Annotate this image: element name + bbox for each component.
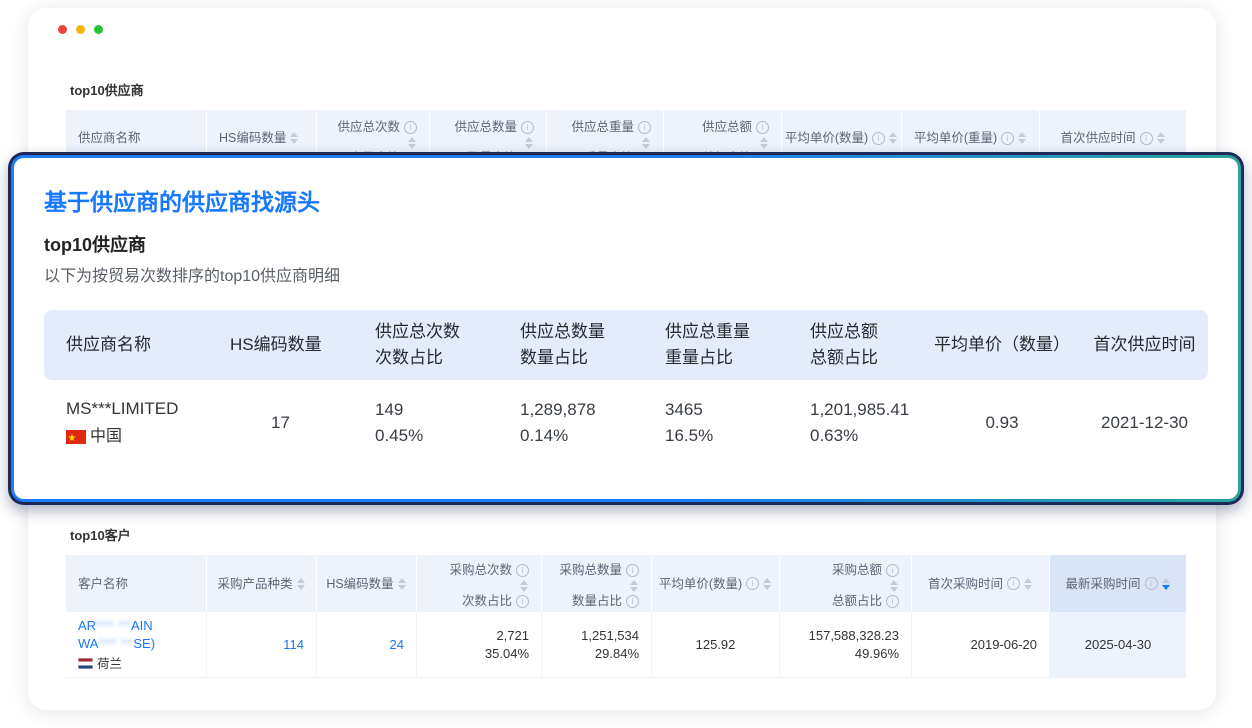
purchase-qty-cell: 1,251,534 29.84% (542, 612, 652, 678)
info-icon[interactable] (521, 121, 534, 134)
supply-amount-cell: 1,201,985.41 0.63% (788, 380, 923, 466)
redacted-text: *** ** (96, 618, 131, 633)
customers-table-header: 客户名称 采购产品种类 HS编码数量 采购总次数 次数占比 采购总数量 数量占比… (66, 555, 1186, 612)
page: top10供应商 供应商名称 HS编码数量 供应总次数 次数占比 供应总数量 数… (0, 0, 1252, 728)
overlay-heading: 基于供应商的供应商找源头 (44, 188, 1208, 216)
sort-icon[interactable] (1018, 132, 1027, 144)
sort-icon[interactable] (1024, 578, 1033, 590)
sort-icon[interactable] (408, 137, 417, 149)
col-header-avg-price-qty[interactable]: 平均单价(数量) (652, 555, 780, 612)
minimize-window-button[interactable] (76, 25, 85, 34)
customers-table-row: AR*** **AIN WA*** **SE) 荷兰 114 24 2,721 … (66, 612, 1186, 678)
overlay-subtitle: 以下为按贸易次数排序的top10供应商明细 (44, 266, 1208, 288)
info-icon[interactable] (516, 564, 529, 577)
close-window-button[interactable] (58, 25, 67, 34)
overlay-suppliers-table: 供应商名称 HS编码数量 供应总次数 次数占比 供应总数量 数量占比 供应总重量 (44, 310, 1208, 466)
highlight-overlay-panel: 基于供应商的供应商找源头 top10供应商 以下为按贸易次数排序的top10供应… (8, 152, 1244, 505)
col-header-supply-qty: 供应总数量 数量占比 (498, 310, 643, 380)
col-header-supply-amount: 供应总额 总额占比 (788, 310, 923, 380)
sort-icon[interactable] (760, 137, 769, 149)
col-header-product-types[interactable]: 采购产品种类 (207, 555, 317, 612)
col-header-purchase-times[interactable]: 采购总次数 次数占比 (417, 555, 542, 612)
info-icon[interactable] (886, 564, 899, 577)
supply-weight-cell: 3465 16.5% (643, 380, 788, 466)
col-header-first-supply-date: 首次供应时间 (1081, 310, 1208, 380)
info-icon[interactable] (638, 121, 651, 134)
col-header-purchase-qty[interactable]: 采购总数量 数量占比 (542, 555, 652, 612)
hs-code-count-cell: 17 (208, 380, 353, 466)
col-header-customer-name: 客户名称 (66, 555, 207, 612)
first-purchase-date-cell: 2019-06-20 (912, 612, 1050, 678)
sort-icon[interactable] (630, 580, 639, 592)
overlay-section-title: top10供应商 (44, 233, 1208, 257)
sort-icon[interactable] (398, 578, 407, 590)
col-header-first-purchase-date[interactable]: 首次采购时间 (912, 555, 1050, 612)
info-icon[interactable] (1001, 132, 1014, 145)
customers-section-title: top10客户 (70, 525, 131, 544)
overlay-gradient-border: 基于供应商的供应商找源头 top10供应商 以下为按贸易次数排序的top10供应… (11, 155, 1241, 502)
info-icon[interactable] (626, 595, 639, 608)
info-icon[interactable] (516, 595, 529, 608)
col-header-hs-code-count: HS编码数量 (208, 310, 353, 380)
hs-code-count-cell: 24 (317, 612, 417, 678)
customer-name-cell: AR*** **AIN WA*** **SE) 荷兰 (66, 612, 207, 678)
overlay-table-row: MS***LIMITED 中国 17 149 0.45% 1,289,878 0… (44, 380, 1208, 466)
info-icon[interactable] (404, 121, 417, 134)
info-icon[interactable] (1140, 132, 1153, 145)
china-flag-icon (66, 430, 86, 444)
sort-icon[interactable] (763, 578, 772, 590)
info-icon[interactable] (756, 121, 769, 134)
maximize-window-button[interactable] (94, 25, 103, 34)
product-types-cell: 114 (207, 612, 317, 678)
col-header-avg-price-qty: 平均单价（数量） (923, 310, 1081, 380)
supply-qty-cell: 1,289,878 0.14% (498, 380, 643, 466)
customer-country: 荷兰 (78, 655, 194, 673)
window-controls (58, 25, 103, 34)
supplier-country: 中国 (66, 424, 200, 450)
customer-name-link[interactable]: AR*** **AIN (78, 617, 194, 635)
sort-icon[interactable] (520, 580, 529, 592)
col-header-supply-weight: 供应总重量 重量占比 (643, 310, 788, 380)
product-types-link[interactable]: 114 (283, 636, 304, 654)
col-header-supplier-name: 供应商名称 (44, 310, 208, 380)
info-icon[interactable] (886, 595, 899, 608)
col-header-purchase-amount[interactable]: 采购总额 总额占比 (780, 555, 912, 612)
col-header-supply-times: 供应总次数 次数占比 (353, 310, 498, 380)
info-icon[interactable] (872, 132, 885, 145)
avg-price-cell: 125.92 (652, 612, 780, 678)
purchase-times-cell: 2,721 35.04% (417, 612, 542, 678)
purchase-amount-cell: 157,588,328.23 49.96% (780, 612, 912, 678)
sort-icon[interactable] (525, 137, 534, 149)
supplier-name: MS***LIMITED (66, 396, 200, 422)
info-icon[interactable] (1007, 577, 1020, 590)
hs-code-count-link[interactable]: 24 (390, 636, 404, 654)
first-supply-date-cell: 2021-12-30 (1081, 380, 1208, 466)
sort-icon[interactable] (889, 132, 898, 144)
supply-times-cell: 149 0.45% (353, 380, 498, 466)
redacted-text: *** ** (98, 636, 133, 651)
sort-icon[interactable] (297, 578, 306, 590)
info-icon[interactable] (626, 564, 639, 577)
sort-icon[interactable] (890, 580, 899, 592)
latest-purchase-date-cell: 2025-04-30 (1050, 612, 1186, 678)
netherlands-flag-icon (78, 658, 93, 669)
avg-price-cell: 0.93 (923, 380, 1081, 466)
col-header-latest-purchase-date[interactable]: 最新采购时间 (1050, 555, 1186, 612)
sort-icon[interactable] (290, 132, 299, 144)
info-icon[interactable] (746, 577, 759, 590)
sort-icon[interactable] (642, 137, 651, 149)
customer-name-link[interactable]: WA*** **SE) (78, 635, 194, 653)
overlay-content: 基于供应商的供应商找源头 top10供应商 以下为按贸易次数排序的top10供应… (14, 158, 1238, 499)
col-header-hs-code-count[interactable]: HS编码数量 (317, 555, 417, 612)
suppliers-section-title: top10供应商 (70, 80, 144, 99)
info-icon[interactable] (1145, 577, 1158, 590)
sort-desc-active-icon[interactable] (1162, 578, 1171, 590)
sort-icon[interactable] (1157, 132, 1166, 144)
overlay-table-header: 供应商名称 HS编码数量 供应总次数 次数占比 供应总数量 数量占比 供应总重量 (44, 310, 1208, 380)
supplier-name-cell: MS***LIMITED 中国 (44, 380, 208, 466)
